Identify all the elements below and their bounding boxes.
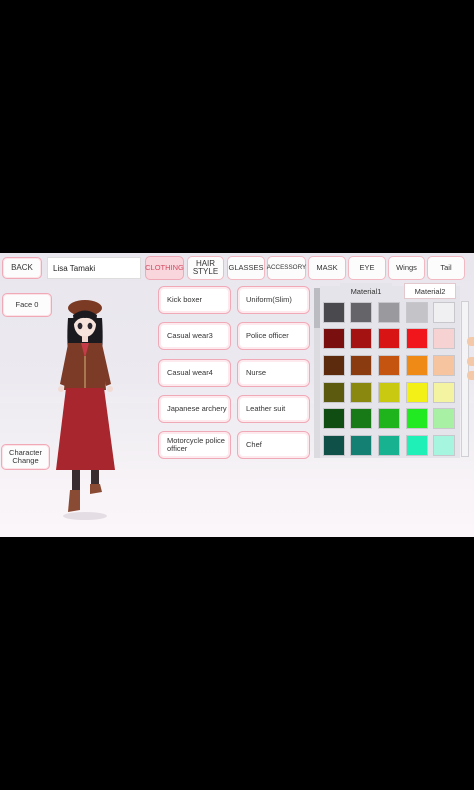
color-swatch[interactable]: [323, 328, 345, 349]
color-swatch[interactable]: [378, 328, 400, 349]
clothing-item-casual-wear3[interactable]: Casual wear3: [158, 322, 231, 350]
color-swatch[interactable]: [323, 408, 345, 429]
color-swatch[interactable]: [406, 328, 428, 349]
color-swatch[interactable]: [433, 408, 455, 429]
color-swatch[interactable]: [323, 435, 345, 456]
tab-hair-style[interactable]: HAIR STYLE: [187, 256, 224, 280]
color-swatch[interactable]: [433, 328, 455, 349]
tab-eye[interactable]: EYE: [348, 256, 386, 280]
color-swatch[interactable]: [378, 302, 400, 323]
color-swatch[interactable]: [323, 382, 345, 403]
clothing-item-chef[interactable]: Chef: [237, 431, 310, 459]
tab-wings[interactable]: Wings: [388, 256, 425, 280]
tab-mask[interactable]: MASK: [308, 256, 346, 280]
color-swatch[interactable]: [378, 355, 400, 376]
clothing-item-motorcycle-police-officer[interactable]: Motorcycle police officer: [158, 431, 231, 459]
tab-tail[interactable]: Tail: [427, 256, 465, 280]
color-swatch[interactable]: [406, 435, 428, 456]
tab-glasses[interactable]: GLASSES: [227, 256, 265, 280]
color-swatch[interactable]: [433, 302, 455, 323]
color-swatch[interactable]: [323, 302, 345, 323]
color-swatch[interactable]: [378, 382, 400, 403]
clothing-item-leather-suit[interactable]: Leather suit: [237, 395, 310, 423]
material1-tab[interactable]: Material1: [340, 283, 392, 299]
clothing-item-casual-wear4[interactable]: Casual wear4: [158, 359, 231, 387]
tab-accessory[interactable]: ACCESSORY: [267, 256, 306, 280]
clothing-item-uniform-slim[interactable]: Uniform(Slim): [237, 286, 310, 314]
color-swatch[interactable]: [350, 382, 372, 403]
color-swatch[interactable]: [350, 355, 372, 376]
color-swatch[interactable]: [350, 328, 372, 349]
color-swatch[interactable]: [406, 355, 428, 376]
edge-handle[interactable]: [467, 337, 474, 346]
back-button[interactable]: BACK: [2, 257, 42, 279]
color-swatch[interactable]: [323, 355, 345, 376]
color-swatch[interactable]: [378, 435, 400, 456]
edge-handle[interactable]: [467, 371, 474, 380]
edge-handle[interactable]: [467, 357, 474, 366]
color-swatch[interactable]: [378, 408, 400, 429]
clothing-item-nurse[interactable]: Nurse: [237, 359, 310, 387]
color-swatch[interactable]: [433, 355, 455, 376]
character-model: [56, 300, 115, 520]
color-swatch[interactable]: [406, 408, 428, 429]
face-button[interactable]: Face 0: [2, 293, 52, 317]
game-screen: BACK Lisa Tamaki CLOTHING HAIR STYLE GLA…: [0, 253, 474, 537]
color-swatch[interactable]: [350, 302, 372, 323]
material2-tab[interactable]: Material2: [404, 283, 456, 299]
clothing-item-police-officer[interactable]: Police officer: [237, 322, 310, 350]
color-swatch[interactable]: [433, 382, 455, 403]
character-name-field[interactable]: Lisa Tamaki: [47, 257, 141, 279]
clothing-item-kick-boxer[interactable]: Kick boxer: [158, 286, 231, 314]
color-swatch[interactable]: [433, 435, 455, 456]
color-swatch[interactable]: [350, 435, 372, 456]
character-change-button[interactable]: Character Change: [1, 444, 50, 470]
clothing-item-japanese-archery[interactable]: Japanese archery: [158, 395, 231, 423]
tab-clothing[interactable]: CLOTHING: [145, 256, 184, 280]
color-swatch[interactable]: [406, 382, 428, 403]
color-swatch[interactable]: [350, 408, 372, 429]
color-swatch[interactable]: [406, 302, 428, 323]
